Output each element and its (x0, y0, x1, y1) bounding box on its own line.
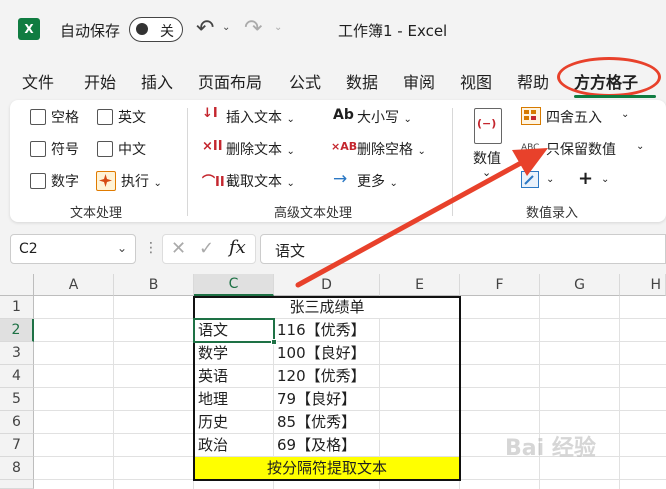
row-header-3[interactable]: 3 (0, 342, 34, 365)
checkbox-number[interactable] (30, 173, 46, 189)
row-header-8[interactable]: 8 (0, 457, 34, 480)
more-button[interactable]: 更多 ⌄ (357, 171, 398, 191)
tab-file[interactable]: 文件 (22, 69, 54, 93)
tab-review[interactable]: 审阅 (403, 69, 435, 93)
undo-dropdown-icon[interactable]: ⌄ (222, 22, 230, 33)
keep-values-button[interactable]: 只保留数值 (546, 139, 616, 159)
case-icon: Ab (333, 107, 354, 123)
toggle-knob (136, 23, 148, 35)
more-icon: → (333, 169, 348, 189)
formula-controls: ✕ ✓ fx (162, 234, 256, 264)
autosave-state: 关 (160, 24, 174, 40)
watermark-logo: Bai 经验 (505, 436, 596, 461)
formula-input[interactable]: 语文 (260, 234, 666, 264)
plus-icon[interactable]: + (578, 168, 593, 189)
extract-text-button[interactable]: 截取文本 ⌄ (226, 171, 295, 191)
checkbox-number-label: 数字 (51, 174, 79, 190)
redo-icon[interactable]: ↷ (244, 16, 262, 41)
delete-text-button[interactable]: 删除文本 ⌄ (226, 139, 295, 159)
numeric-dropdown-icon[interactable]: ⌄ (482, 166, 491, 179)
group-label-advanced: 高级文本处理 (274, 206, 353, 221)
tab-home[interactable]: 开始 (84, 69, 116, 93)
name-box[interactable]: C2 ⌄ (10, 234, 136, 264)
checkbox-english[interactable] (97, 109, 113, 125)
checkbox-english-label: 英文 (118, 110, 146, 126)
select-all-corner[interactable] (0, 274, 34, 296)
row-header-1[interactable]: 1 (0, 296, 34, 319)
active-tab-underline (574, 95, 656, 98)
column-header-f[interactable]: F (460, 274, 540, 296)
autosave-toggle[interactable]: 关 (129, 17, 183, 42)
name-box-value: C2 (19, 241, 38, 257)
tab-page-layout[interactable]: 页面布局 (198, 69, 262, 93)
delete-space-button[interactable]: 删除空格 ⌄ (357, 139, 426, 159)
group-separator (187, 108, 188, 216)
row-header-6[interactable]: 6 (0, 411, 34, 434)
group-label-numeric: 数值录入 (526, 206, 579, 221)
tab-insert[interactable]: 插入 (141, 69, 173, 93)
row-header-2[interactable]: 2 (0, 319, 34, 342)
fill-dropdown-icon[interactable]: ⌄ (546, 174, 554, 185)
redo-dropdown-icon[interactable]: ⌄ (274, 22, 282, 33)
undo-icon[interactable]: ↶ (196, 16, 214, 41)
formula-more-icon[interactable]: ⋮ (144, 240, 158, 256)
fill-icon[interactable] (521, 171, 539, 188)
execute-button[interactable]: 执行 ⌄ (121, 171, 162, 191)
round-icon (521, 107, 541, 125)
column-header-e[interactable]: E (380, 274, 460, 296)
tab-view[interactable]: 视图 (460, 69, 492, 93)
group-label-text: 文本处理 (70, 206, 123, 221)
active-cell-selection[interactable] (193, 318, 275, 343)
delete-space-icon: ×AB (331, 140, 358, 153)
row-header-5[interactable]: 5 (0, 388, 34, 411)
round-dropdown-icon[interactable]: ⌄ (621, 109, 629, 120)
delete-text-icon: ×II (202, 139, 223, 154)
row-header-4[interactable]: 4 (0, 365, 34, 388)
column-header-a[interactable]: A (34, 274, 114, 296)
highlight-circle (557, 57, 661, 97)
checkbox-chinese[interactable] (97, 141, 113, 157)
autosave-label: 自动保存 (60, 22, 121, 40)
tab-help[interactable]: 帮助 (517, 69, 549, 93)
checkbox-symbol[interactable] (30, 141, 46, 157)
numeric-icon[interactable]: (−) (474, 108, 502, 144)
round-button[interactable]: 四舍五入 (546, 107, 602, 127)
insert-function-icon[interactable]: fx (229, 237, 246, 258)
execute-icon[interactable] (96, 171, 116, 191)
column-header-c[interactable]: C (194, 274, 274, 296)
case-button[interactable]: 大小写 ⌄ (357, 107, 412, 127)
tab-formulas[interactable]: 公式 (289, 69, 321, 93)
checkbox-space[interactable] (30, 109, 46, 125)
tab-data[interactable]: 数据 (346, 69, 378, 93)
row-header-9[interactable] (0, 480, 34, 489)
numeric-icon-glyph: (−) (477, 117, 497, 130)
insert-text-icon: ↓I (202, 106, 218, 121)
keep-values-icon: ABC (521, 143, 540, 153)
group-separator (452, 108, 453, 216)
column-header-b[interactable]: B (114, 274, 194, 296)
document-title: 工作簿1 - Excel (338, 22, 448, 40)
checkbox-space-label: 空格 (51, 110, 79, 126)
excel-logo-icon: X (18, 18, 40, 40)
gridline (113, 296, 114, 489)
cancel-icon[interactable]: ✕ (171, 238, 186, 259)
insert-text-button[interactable]: 插入文本 ⌄ (226, 107, 295, 127)
keep-values-dropdown-icon[interactable]: ⌄ (636, 141, 644, 152)
fill-handle[interactable] (271, 339, 277, 345)
name-box-dropdown-icon[interactable]: ⌄ (117, 241, 127, 255)
numeric-button[interactable]: 数值 (473, 148, 501, 168)
column-header-d[interactable]: D (274, 274, 380, 296)
plus-dropdown-icon[interactable]: ⌄ (601, 174, 609, 185)
formula-value: 语文 (275, 242, 306, 260)
column-header-g[interactable]: G (540, 274, 620, 296)
checkbox-symbol-label: 符号 (51, 142, 79, 158)
extract-text-icon: ⌒II (202, 175, 225, 190)
checkbox-chinese-label: 中文 (118, 142, 146, 158)
enter-icon[interactable]: ✓ (199, 238, 214, 259)
row-header-7[interactable]: 7 (0, 434, 34, 457)
column-header-h[interactable]: H (620, 274, 666, 296)
